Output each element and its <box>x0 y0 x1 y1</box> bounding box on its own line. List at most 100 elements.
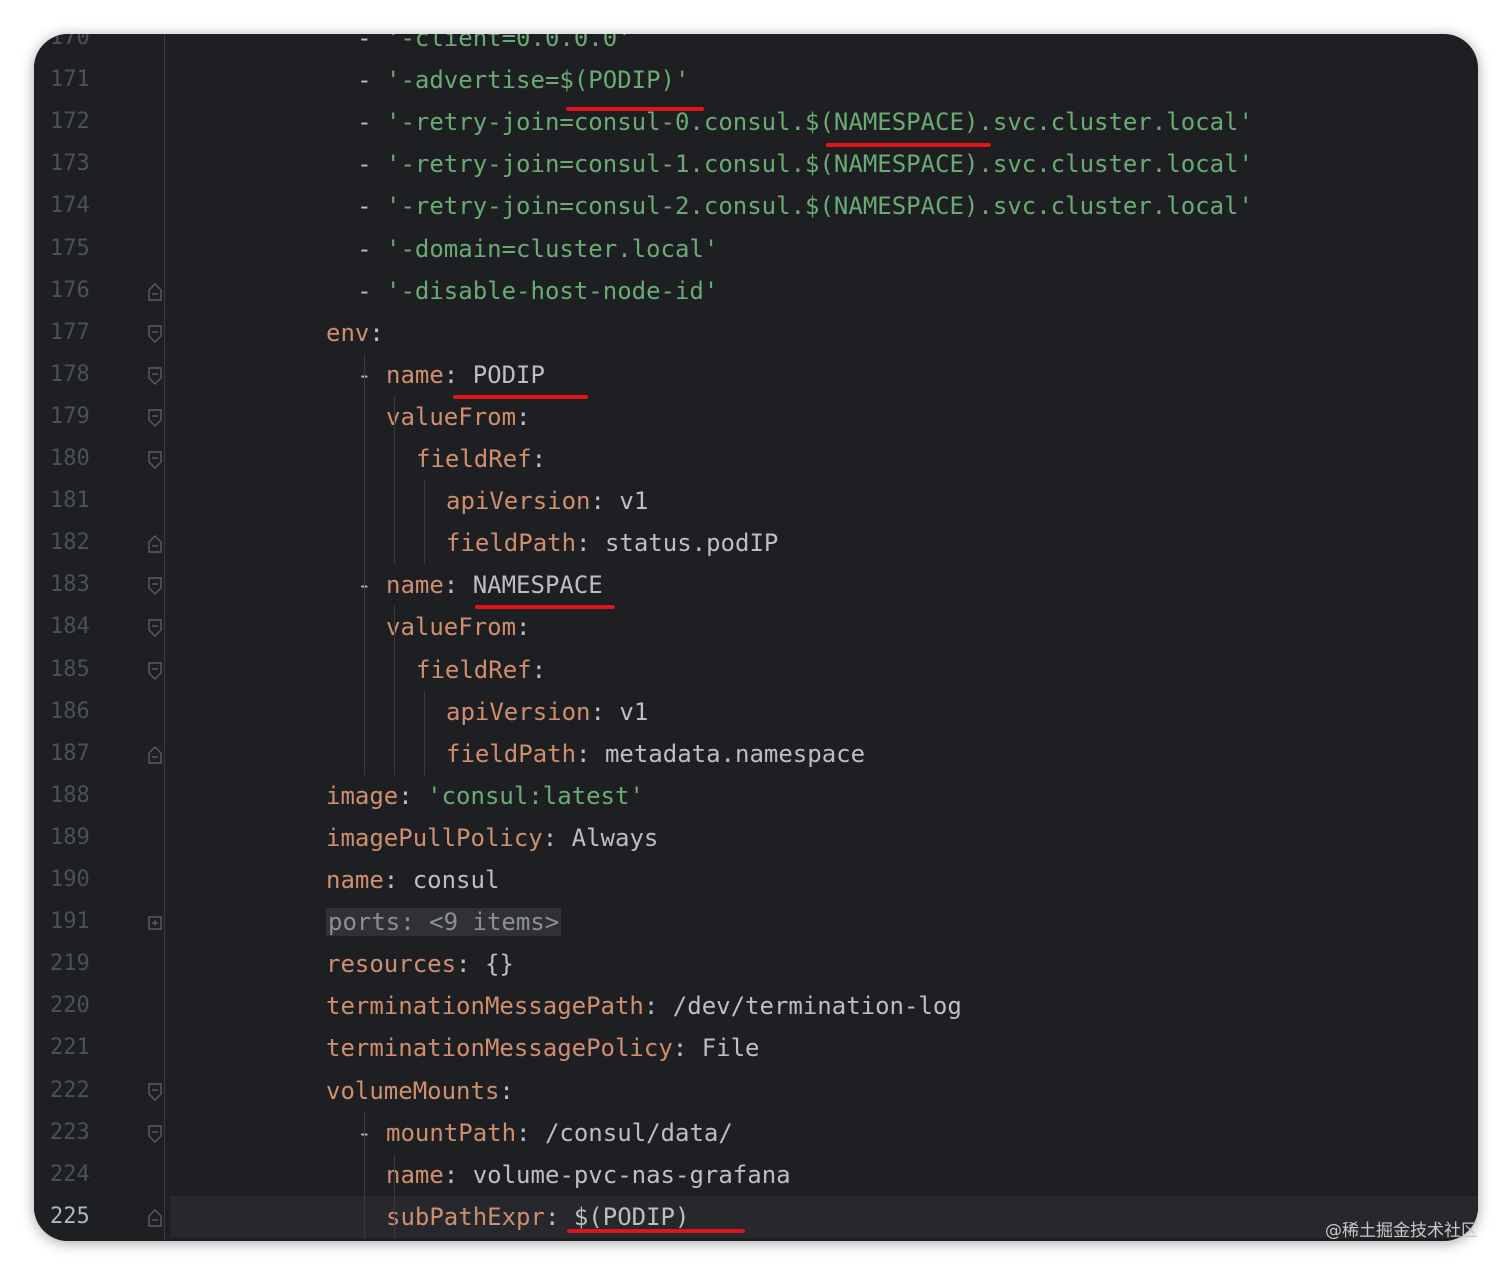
code-line[interactable]: 188 image: 'consul:latest' <box>50 775 1478 817</box>
code-text: - '-retry-join=consul-0.consul.$(NAMESPA… <box>357 101 1253 143</box>
line-number: 178 <box>50 361 90 387</box>
list-dash: - <box>357 1118 386 1147</box>
yaml-colon: : <box>499 1076 514 1105</box>
yaml-string: '-client=0.0.0.0' <box>386 34 632 52</box>
code-text: - mountPath: /consul/data/ <box>357 1112 733 1154</box>
line-number: 179 <box>50 403 90 429</box>
yaml-string: '-retry-join=consul-2.consul.$(NAMESPACE… <box>386 192 1253 221</box>
code-line[interactable]: 181 apiVersion: v1 <box>50 480 1478 522</box>
yaml-key: valueFrom <box>386 613 517 642</box>
code-text: - name: NAMESPACE <box>357 564 603 606</box>
line-number: 223 <box>50 1119 90 1145</box>
code-line[interactable]: 185 fieldRef: <box>50 649 1478 691</box>
line-number: 180 <box>50 446 90 471</box>
code-line[interactable]: 220 terminationMessagePath: /dev/terminat… <box>50 985 1478 1027</box>
line-number: 181 <box>50 488 90 514</box>
code-text: - '-client=0.0.0.0' <box>357 34 632 59</box>
code-line[interactable]: 190 name: consul <box>50 859 1478 901</box>
code-line[interactable]: 224 name: volume-pvc-nas-grafana <box>50 1154 1478 1196</box>
yaml-colon: : <box>398 781 428 810</box>
indent-guide <box>424 480 425 565</box>
fold-start-icon[interactable] <box>148 576 162 596</box>
yaml-string: '-disable-host-node-id' <box>386 276 719 305</box>
collapsed-block[interactable]: ports: <9 items> <box>326 908 562 937</box>
code-line[interactable]: 174 - '-retry-join=consul-2.consul.$(NAME… <box>50 185 1478 227</box>
fold-start-icon[interactable] <box>148 366 162 385</box>
expand-fold-icon[interactable] <box>148 913 162 931</box>
yaml-string: '-retry-join=consul-1.consul.$(NAMESPACE… <box>386 150 1253 179</box>
yaml-colon: : <box>443 1160 473 1189</box>
yaml-key: imagePullPolicy <box>326 823 543 852</box>
code-line[interactable]: 173 - '-retry-join=consul-1.consul.$(NAME… <box>50 143 1478 185</box>
code-line[interactable]: 182 fieldPath: status.podIP <box>50 522 1478 564</box>
fold-start-icon[interactable] <box>148 408 162 427</box>
list-dash: - <box>357 66 386 95</box>
code-text: fieldRef: <box>416 438 546 480</box>
code-line[interactable]: 171 - '-advertise=$(PODIP)' <box>50 59 1478 101</box>
line-number: 220 <box>50 993 90 1019</box>
fold-start-icon[interactable] <box>148 1082 162 1101</box>
code-line[interactable]: 170 - '-client=0.0.0.0' <box>50 34 1478 59</box>
code-line[interactable]: 186 apiVersion: v1 <box>50 691 1478 733</box>
code-line[interactable]: 172 - '-retry-join=consul-0.consul.$(NAME… <box>50 101 1478 143</box>
code-line[interactable]: 184 valueFrom: <box>50 606 1478 648</box>
code-line[interactable]: 179 valueFrom: <box>50 396 1478 438</box>
line-number: 188 <box>50 782 90 808</box>
code-text: - '-retry-join=consul-2.consul.$(NAMESPA… <box>357 185 1253 227</box>
code-text: fieldRef: <box>416 649 546 691</box>
line-number: 191 <box>50 909 90 935</box>
indent-guide <box>394 395 395 565</box>
code-text: image: 'consul:latest' <box>326 775 644 817</box>
code-area[interactable]: 170 - '-client=0.0.0.0' 171 - '-advertise=$… <box>50 34 1478 1241</box>
indent-guide <box>364 353 365 775</box>
code-line[interactable]: 183 - name: NAMESPACE <box>50 564 1478 606</box>
fold-start-icon[interactable] <box>148 450 162 469</box>
line-number: 221 <box>50 1035 90 1061</box>
code-line[interactable]: 187 fieldPath: metadata.namespace <box>50 733 1478 775</box>
code-text: env: <box>326 312 384 354</box>
yaml-colon: : <box>590 697 620 726</box>
fold-end-icon[interactable] <box>148 745 162 764</box>
code-text: valueFrom: <box>386 396 531 438</box>
code-line[interactable]: 191 ports: <9 items> <box>50 901 1478 943</box>
fold-start-icon[interactable] <box>148 1124 162 1143</box>
code-line[interactable]: 223 - mountPath: /consul/data/ <box>50 1112 1478 1154</box>
yaml-colon: : <box>576 739 605 768</box>
code-text: volumeMounts: <box>326 1070 514 1112</box>
red-underline-annotation <box>453 395 588 399</box>
line-number: 222 <box>50 1077 90 1103</box>
yaml-string: '-advertise=$(PODIP)' <box>386 66 690 95</box>
fold-end-icon[interactable] <box>148 282 162 301</box>
code-line[interactable]: 176 - '-disable-host-node-id' <box>50 270 1478 312</box>
code-value: PODIP <box>472 360 545 389</box>
yaml-key: image <box>326 781 399 810</box>
yaml-key: volumeMounts <box>326 1076 500 1105</box>
yaml-string: '-domain=cluster.local' <box>386 234 719 263</box>
code-line[interactable]: 225 subPathExpr: $(PODIP) <box>50 1195 1478 1238</box>
code-value: {} <box>484 950 514 979</box>
yaml-colon: : <box>672 1034 702 1063</box>
code-line[interactable]: 175 - '-domain=cluster.local' <box>50 228 1478 270</box>
code-line[interactable]: 219 resources: {} <box>50 943 1478 985</box>
code-line[interactable]: 189 imagePullPolicy: Always <box>50 817 1478 859</box>
indent-guide <box>394 1153 395 1238</box>
code-line[interactable]: 180 fieldRef: <box>50 438 1478 480</box>
fold-guide-line <box>164 34 165 1241</box>
fold-start-icon[interactable] <box>148 661 162 680</box>
fold-end-icon[interactable] <box>148 1208 162 1227</box>
fold-start-icon[interactable] <box>148 324 162 343</box>
code-line[interactable]: 221 terminationMessagePolicy: File <box>50 1027 1478 1069</box>
yaml-colon: : <box>516 1118 545 1147</box>
code-editor[interactable]: 170 - '-client=0.0.0.0' 171 - '-advertise=$… <box>34 34 1478 1241</box>
line-number: 186 <box>50 698 90 724</box>
yaml-colon: : <box>456 950 485 979</box>
yaml-colon: : <box>643 992 673 1021</box>
code-value: File <box>701 1034 760 1063</box>
fold-end-icon[interactable] <box>148 534 162 553</box>
fold-start-icon[interactable] <box>148 618 162 638</box>
code-line[interactable]: 222 volumeMounts: <box>50 1070 1478 1112</box>
code-text: - '-retry-join=consul-1.consul.$(NAMESPA… <box>357 143 1253 185</box>
code-text: name: volume-pvc-nas-grafana <box>386 1154 791 1196</box>
code-line[interactable]: 177 env: <box>50 312 1478 354</box>
code-line[interactable]: 178 - name: PODIP <box>50 354 1478 396</box>
